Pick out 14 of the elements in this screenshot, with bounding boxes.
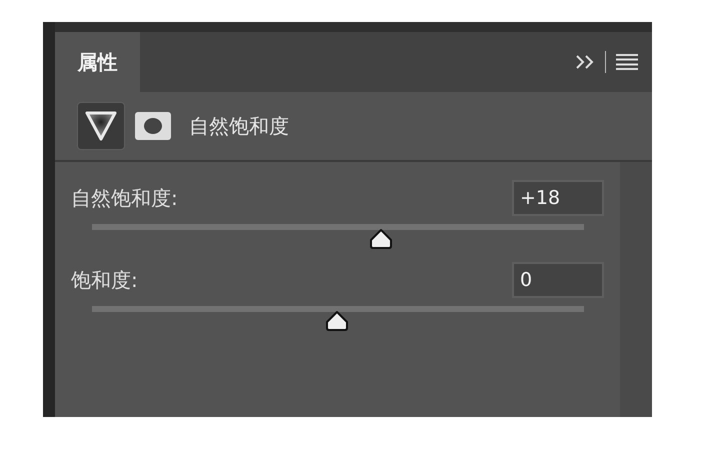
scrollbar-track[interactable] [620, 162, 652, 417]
menu-icon[interactable] [616, 54, 638, 70]
value-field[interactable]: 0 [512, 262, 604, 298]
triangle-icon [85, 111, 117, 141]
adjustment-layer-button[interactable] [77, 102, 125, 150]
slider-thumb[interactable] [368, 228, 393, 250]
slider-label: 饱和度: [71, 266, 138, 294]
slider-thumb[interactable] [324, 310, 349, 332]
expand-icon[interactable] [575, 55, 595, 69]
adjustment-title: 自然饱和度 [189, 112, 289, 140]
slider-label: 自然饱和度: [71, 184, 178, 212]
panel-tab[interactable]: 属性 [55, 32, 140, 92]
mask-icon[interactable] [135, 112, 171, 140]
value-field[interactable]: +18 [512, 180, 604, 216]
